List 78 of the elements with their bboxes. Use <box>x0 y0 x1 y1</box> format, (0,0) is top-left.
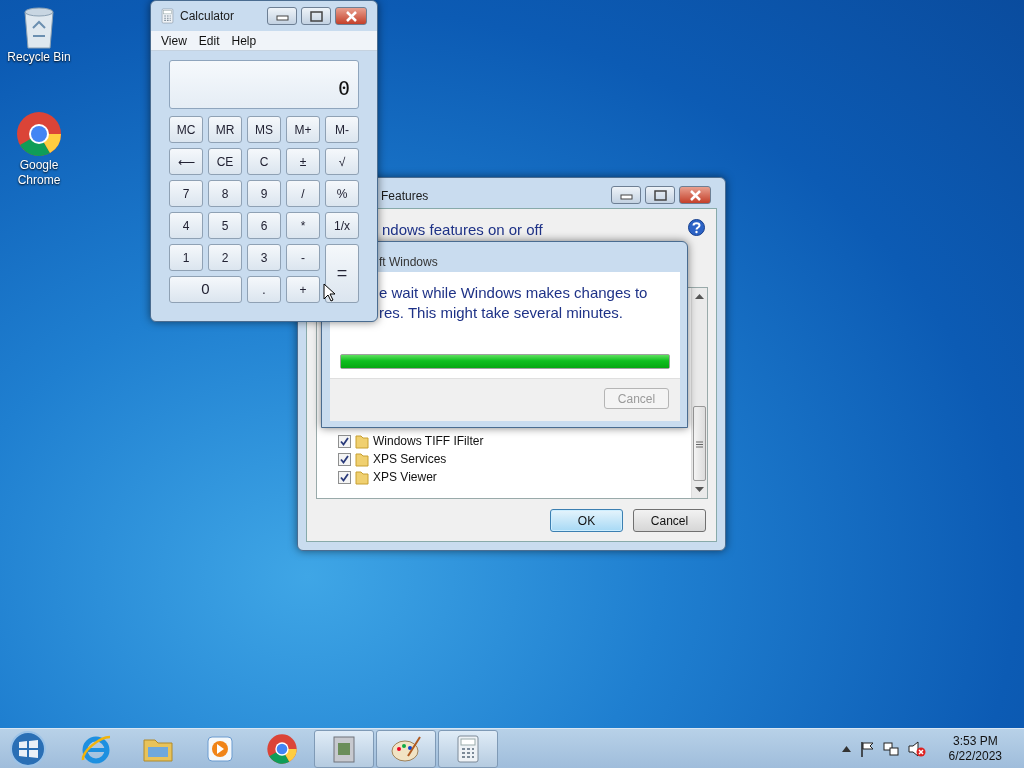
ok-button[interactable]: OK <box>550 509 623 532</box>
calculator-key[interactable]: 1 <box>169 244 203 271</box>
calculator-key[interactable]: % <box>325 180 359 207</box>
calculator-key[interactable]: C <box>247 148 281 175</box>
clock-time[interactable]: 3:53 PM <box>948 733 1002 749</box>
checkbox[interactable] <box>338 452 351 466</box>
scrollbar[interactable] <box>691 288 707 498</box>
show-hidden-icons[interactable] <box>841 745 851 752</box>
maximize-button[interactable] <box>645 186 675 204</box>
maximize-button[interactable] <box>301 7 331 25</box>
dialog-title: ft Windows <box>379 254 438 271</box>
calculator-key[interactable]: M+ <box>286 116 320 143</box>
calculator-key[interactable]: 8 <box>208 180 242 207</box>
calculator-key[interactable]: 6 <box>247 212 281 239</box>
recycle-bin-icon[interactable] <box>21 6 57 50</box>
message-text: e wait while Windows makes changes to <box>379 283 648 303</box>
close-button[interactable] <box>679 186 711 204</box>
minimize-button[interactable] <box>611 186 641 204</box>
calculator-key[interactable]: / <box>286 180 320 207</box>
taskbar-button[interactable] <box>376 729 436 768</box>
calculator-key[interactable]: MC <box>169 116 203 143</box>
checkbox[interactable] <box>338 434 351 448</box>
display-field: 0 <box>169 60 359 109</box>
folder-icon <box>355 433 369 449</box>
flag-icon[interactable] <box>859 740 874 757</box>
round-logo-icon[interactable] <box>15 110 63 158</box>
dialog-heading: ndows features on or off <box>382 220 543 240</box>
calculator-key[interactable]: + <box>286 276 320 303</box>
calculator-key[interactable]: MR <box>208 116 242 143</box>
calculator-key[interactable]: 7 <box>169 180 203 207</box>
checkbox[interactable] <box>338 470 351 484</box>
cursor-icon <box>323 283 335 302</box>
calculator-key[interactable]: M- <box>325 116 359 143</box>
window-title: Calculator <box>180 8 236 25</box>
scroll-down-icon <box>695 487 704 492</box>
speaker-muted-icon[interactable] <box>907 740 926 757</box>
window-title: Features <box>381 188 429 205</box>
network-icon[interactable] <box>882 740 899 757</box>
scroll-thumb[interactable] <box>693 406 706 481</box>
calculator-key[interactable]: - <box>286 244 320 271</box>
grip-icon <box>696 441 703 448</box>
feature-label: Windows TIFF IFilter <box>373 433 484 450</box>
close-button[interactable] <box>335 7 367 25</box>
calculator-key[interactable]: 3 <box>247 244 281 271</box>
calculator-key[interactable]: 1/x <box>325 212 359 239</box>
calculator-key[interactable]: = <box>325 244 359 303</box>
taskbar-button[interactable] <box>438 729 498 768</box>
calculator-key[interactable]: 9 <box>247 180 281 207</box>
folder-icon <box>355 451 369 467</box>
help-icon[interactable] <box>688 219 705 236</box>
play-icon[interactable] <box>205 733 235 764</box>
round-logo-icon[interactable] <box>266 732 298 765</box>
calculator-key[interactable]: 0 <box>169 276 242 303</box>
clock-date[interactable]: 6/22/2023 <box>948 748 1002 764</box>
calculator-key[interactable]: 2 <box>208 244 242 271</box>
calculator-key[interactable]: √ <box>325 148 359 175</box>
cancel-button[interactable]: Cancel <box>633 509 706 532</box>
calculator-key[interactable]: MS <box>247 116 281 143</box>
folder-icon <box>355 469 369 485</box>
icon-label: Recycle Bin <box>7 50 71 65</box>
icon-label: Google Chrome <box>16 158 62 188</box>
calculator-key[interactable]: ± <box>286 148 320 175</box>
menu-item[interactable]: Edit <box>192 31 226 50</box>
scroll-up-icon <box>695 294 704 299</box>
calculator-key[interactable]: 5 <box>208 212 242 239</box>
taskbar-button[interactable] <box>314 729 374 768</box>
menu-item[interactable]: View <box>155 31 193 50</box>
calculator-icon <box>456 733 480 764</box>
menu-item[interactable]: Help <box>225 31 263 50</box>
calculator-key[interactable]: 4 <box>169 212 203 239</box>
feature-label: XPS Services <box>373 451 447 468</box>
calculator-key[interactable]: * <box>286 212 320 239</box>
calculator-key[interactable]: . <box>247 276 281 303</box>
calculator-key[interactable]: ⟵ <box>169 148 203 175</box>
minimize-button[interactable] <box>267 7 297 25</box>
message-text: res. This might take several minutes. <box>379 303 623 323</box>
calculator-key[interactable]: CE <box>208 148 242 175</box>
feature-label: XPS Viewer <box>373 469 437 486</box>
